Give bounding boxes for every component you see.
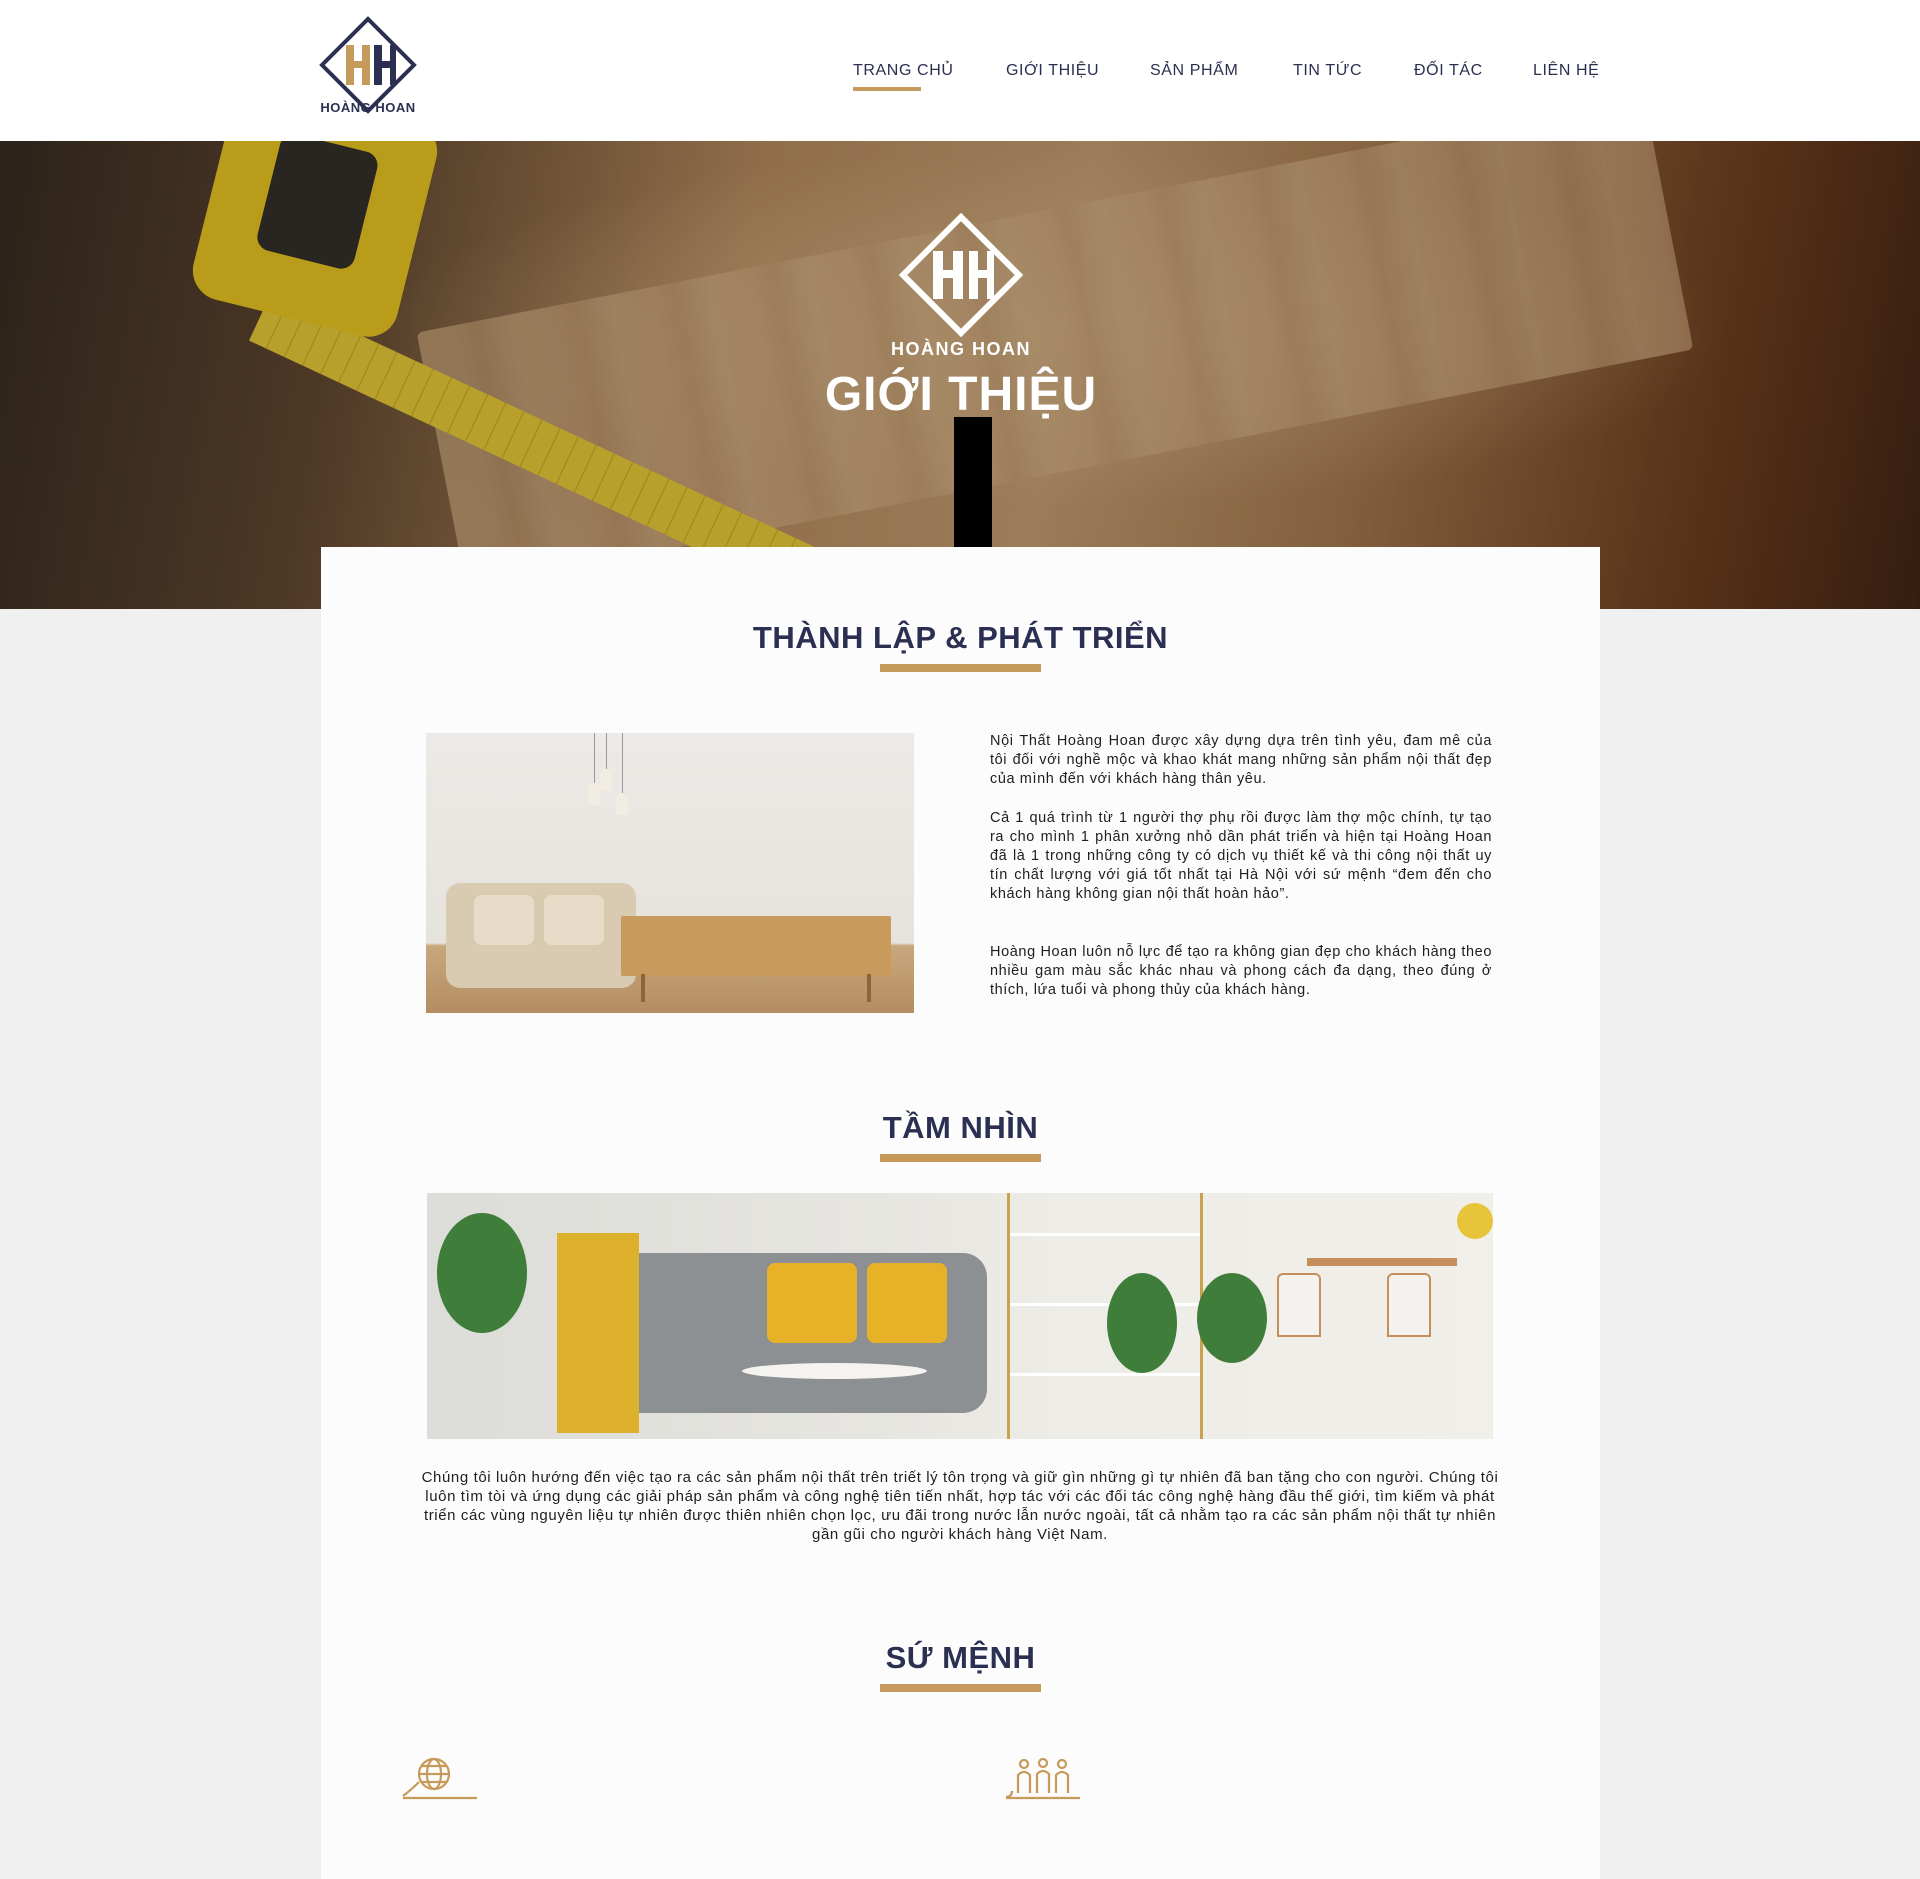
nav-item-label: SẢN PHẨM xyxy=(1150,62,1239,79)
hero-title: GIỚI THIỆU xyxy=(824,368,1098,421)
section-underline xyxy=(880,664,1041,672)
nav-item-label: GIỚI THIỆU xyxy=(1006,62,1100,79)
dining-table xyxy=(1307,1258,1457,1266)
content-card: THÀNH LẬP & PHÁT TRIỂN Nội Thất Hoàng Ho… xyxy=(321,547,1600,1879)
logo-text: HOÀNG HOAN xyxy=(320,100,416,115)
nav-item-label: TIN TỨC xyxy=(1293,62,1363,79)
main-nav: TRANG CHỦ GIỚI THIỆU SẢN PHẨM TIN TỨC ĐỐ… xyxy=(0,62,1920,102)
living-room-image xyxy=(426,733,914,1013)
vision-paragraph: Chúng tôi luôn hướng đến việc tạo ra các… xyxy=(421,1469,1499,1543)
hero-banner: HOÀNG HOAN GIỚI THIỆU xyxy=(0,141,1920,609)
site-header: HOÀNG HOAN TRANG CHỦ GIỚI THIỆU SẢN PHẨM… xyxy=(0,0,1920,141)
nav-item-label: ĐỐI TÁC xyxy=(1414,62,1483,79)
section-title-vision: TẦM NHÌN xyxy=(882,1110,1039,1145)
hero-decorative-bar xyxy=(954,417,992,547)
people-icon xyxy=(1005,1757,1080,1800)
founding-paragraph-1: Nội Thất Hoàng Hoan được xây dựng dựa tr… xyxy=(990,733,1492,787)
nav-item-home[interactable]: TRANG CHỦ xyxy=(853,62,954,91)
nav-item-about[interactable]: GIỚI THIỆU xyxy=(1006,62,1099,80)
section-title-mission: SỨ MỆNH xyxy=(885,1640,1036,1675)
armchair xyxy=(446,883,636,988)
nav-item-partners[interactable]: ĐỐI TÁC xyxy=(1414,62,1483,80)
globe-icon xyxy=(402,1757,477,1800)
nav-item-news[interactable]: TIN TỨC xyxy=(1293,62,1362,80)
nav-item-products[interactable]: SẢN PHẨM xyxy=(1150,62,1238,80)
founding-paragraph-3: Hoàng Hoan luôn nỗ lực để tạo ra không g… xyxy=(990,944,1492,998)
yellow-throw xyxy=(557,1233,639,1433)
coffee-table xyxy=(742,1363,927,1379)
hero-logo-icon xyxy=(899,213,1023,337)
founding-paragraph-2: Cả 1 quá trình từ 1 người thợ phụ rồi đư… xyxy=(990,810,1492,902)
section-underline xyxy=(880,1154,1041,1162)
hero-brand: HOÀNG HOAN xyxy=(891,339,1031,359)
nav-item-contact[interactable]: LIÊN HỆ xyxy=(1533,62,1599,80)
nav-item-label: TRANG CHỦ xyxy=(853,62,954,79)
section-underline xyxy=(880,1684,1041,1692)
nav-active-underline xyxy=(853,87,921,91)
nav-item-label: LIÊN HỆ xyxy=(1533,62,1600,79)
sideboard xyxy=(621,916,891,1002)
section-title-founding: THÀNH LẬP & PHÁT TRIỂN xyxy=(752,620,1169,655)
interior-banner-image xyxy=(427,1193,1493,1439)
